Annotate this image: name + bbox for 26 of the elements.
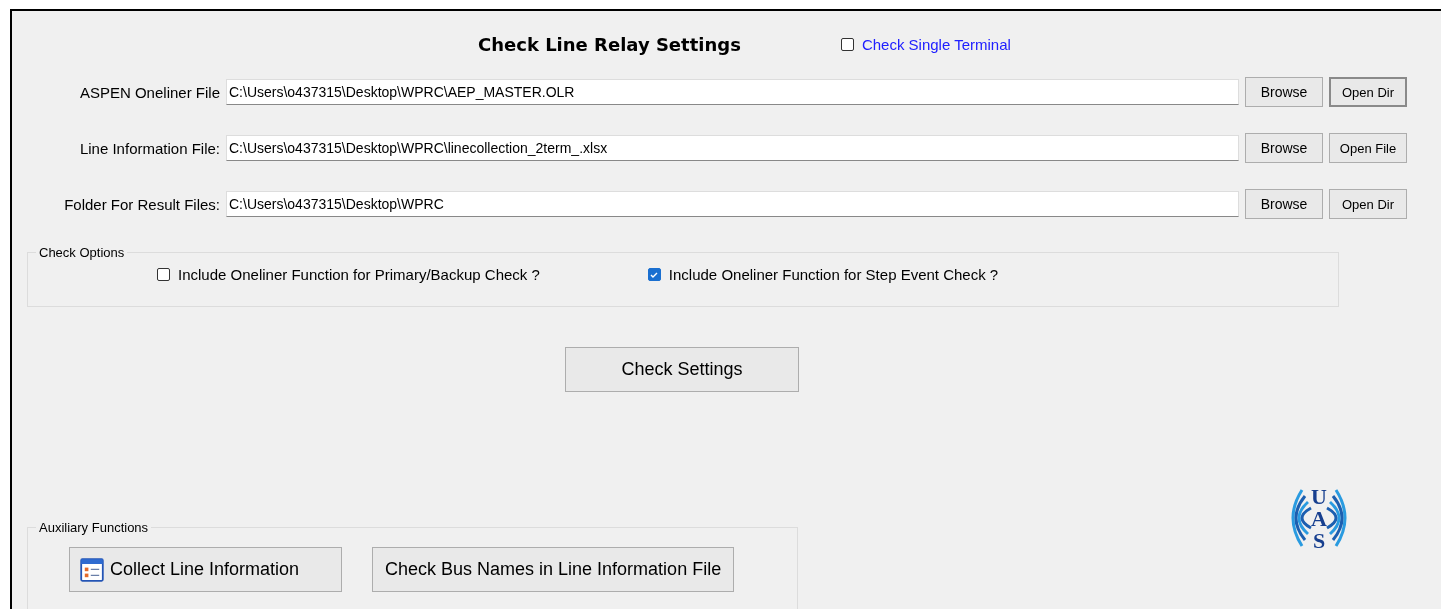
auxiliary-button[interactable]: Check Bus Names in Line Information File xyxy=(372,547,735,592)
browse-button[interactable]: Browse xyxy=(1245,77,1323,107)
form-title: Check Line Relay Settings xyxy=(478,33,741,55)
logo-drawing: U A S xyxy=(1283,480,1355,556)
check-settings-button[interactable]: Check Settings xyxy=(565,347,799,392)
checkbox-icon[interactable] xyxy=(157,268,170,281)
group-title: Check Options xyxy=(38,245,126,260)
checkbox-icon[interactable] xyxy=(840,37,854,51)
option-checkbox[interactable]: Include Oneliner Function for Primary/Backup Check ? xyxy=(157,266,540,283)
option-checkbox[interactable]: Include Oneliner Function for Step Event Check ? xyxy=(647,266,999,283)
browse-button[interactable]: Browse xyxy=(1245,133,1323,163)
list-window-icon xyxy=(80,557,104,582)
single-terminal-checkbox[interactable]: Check Single Terminal xyxy=(840,35,1011,53)
browse-button[interactable]: Browse xyxy=(1245,189,1323,219)
auxiliary-button[interactable]: Collect Line Information xyxy=(69,547,342,592)
field-label: Folder For Result Files: xyxy=(63,195,220,213)
group-title: Auxiliary Functions xyxy=(38,520,150,535)
path-field[interactable]: C:\Users\o437315\Desktop\WPRC\AEP_MASTER.OLR xyxy=(226,79,1239,105)
checkbox-icon[interactable] xyxy=(647,268,661,281)
open-button[interactable]: Open Dir xyxy=(1329,189,1407,219)
field-label: Line Information File: xyxy=(78,139,220,157)
path-field[interactable]: C:\Users\o437315\Desktop\WPRC\linecollection_2term_.xlsx xyxy=(226,135,1239,161)
field-label: ASPEN Oneliner File xyxy=(78,83,220,101)
open-button[interactable]: Open File xyxy=(1329,133,1407,163)
open-button[interactable]: Open Dir xyxy=(1329,77,1407,107)
path-field[interactable]: C:\Users\o437315\Desktop\WPRC xyxy=(226,191,1239,217)
